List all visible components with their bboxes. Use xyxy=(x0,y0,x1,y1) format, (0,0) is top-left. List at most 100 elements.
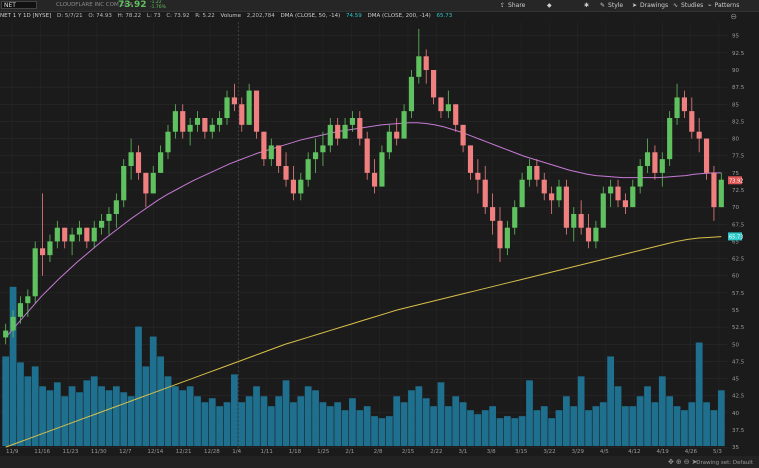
volume-bar xyxy=(681,410,688,446)
price-tag-label: 65.73 xyxy=(729,234,743,240)
x-tick-label: 12/14 xyxy=(147,449,163,455)
x-tick-label: 11/30 xyxy=(91,449,107,455)
last-price: 73.92 xyxy=(118,0,147,10)
candle-body xyxy=(681,97,688,112)
candle-body xyxy=(217,118,223,125)
candle-body xyxy=(659,159,665,173)
candle-body xyxy=(209,124,215,132)
bar-close: C: 73.92 xyxy=(166,13,190,19)
x-tick-label: 3/1 xyxy=(458,449,467,455)
volume-bar xyxy=(548,418,556,446)
candle-body xyxy=(135,152,142,173)
x-tick-label: 12/7 xyxy=(119,449,132,455)
candle-body xyxy=(357,118,363,139)
x-tick-label: 4/26 xyxy=(685,449,698,455)
share-button[interactable]: ⇪ Share xyxy=(500,2,525,9)
volume-bar xyxy=(24,376,32,446)
studies-icon: ∿ xyxy=(673,2,679,9)
price-tag-label: 73.92 xyxy=(729,178,743,184)
y-tick-label: 90 xyxy=(732,68,739,74)
candle-body xyxy=(25,296,31,304)
x-tick-label: 1/11 xyxy=(261,449,273,455)
volume-bar xyxy=(363,406,371,446)
candle-body xyxy=(47,241,53,256)
candle-body xyxy=(172,111,178,132)
volume-bar xyxy=(437,382,445,446)
y-tick-label: 60 xyxy=(732,274,739,280)
candle-body xyxy=(253,90,260,132)
settings-button[interactable]: ✱ xyxy=(584,2,592,9)
volume-bar xyxy=(651,402,659,446)
volume-bar xyxy=(496,418,504,446)
volume-bar xyxy=(326,406,334,446)
volume-bar xyxy=(481,410,489,446)
candle-body xyxy=(585,227,592,242)
volume-bar xyxy=(400,402,408,446)
volume-bar xyxy=(186,386,194,446)
volume-bar xyxy=(599,402,607,446)
share-icon: ⇪ xyxy=(500,2,506,9)
candle-body xyxy=(224,97,230,118)
candle-body xyxy=(408,76,415,112)
volume-bar xyxy=(31,366,39,446)
volume-bar xyxy=(68,386,76,446)
candle-body xyxy=(10,316,16,331)
x-tick-label: 3/29 xyxy=(572,449,585,455)
bottom-bar xyxy=(0,456,759,468)
candle-body xyxy=(298,179,304,194)
zoom-in-icon[interactable]: ⊕ xyxy=(676,458,684,466)
volume-bar xyxy=(622,406,629,446)
y-tick-label: 77.5 xyxy=(732,154,745,160)
candle-body xyxy=(165,131,171,153)
volume-bar xyxy=(135,326,142,446)
y-tick-label: 40 xyxy=(732,411,739,417)
dma50-label[interactable]: DMA (CLOSE, 50, -14) xyxy=(280,13,340,19)
x-tick-label: 1/4 xyxy=(232,449,241,455)
volume-bar xyxy=(695,342,703,446)
candle-body xyxy=(703,138,710,173)
dma200-value: 65.73 xyxy=(436,13,453,19)
price-chart[interactable]: 9592.59087.58582.58077.57572.57067.56562… xyxy=(0,22,759,456)
y-tick-label: 62.5 xyxy=(732,257,745,263)
candle-body xyxy=(689,111,695,132)
x-tick-label: 2/1 xyxy=(345,449,354,455)
volume-bar xyxy=(710,410,718,446)
y-tick-label: 50 xyxy=(732,342,739,348)
candle-body xyxy=(674,97,680,118)
alert-button[interactable]: ◆ xyxy=(547,2,555,9)
style-button[interactable]: ✎ Style xyxy=(600,2,623,9)
candle-body xyxy=(320,145,326,153)
candle-body xyxy=(667,118,673,160)
candle-body xyxy=(364,138,370,173)
candle-body xyxy=(335,124,341,139)
pan-icon[interactable]: ✥ xyxy=(668,458,676,466)
chart-title: NET 1 Y 1D [NYSE] xyxy=(0,13,52,19)
x-tick-label: 12/21 xyxy=(176,449,192,455)
volume-bar xyxy=(349,398,356,446)
candle-body xyxy=(239,104,245,125)
candle-body xyxy=(534,166,540,180)
volume-bar xyxy=(673,406,681,446)
volume-bar xyxy=(474,414,482,446)
drawings-button[interactable]: ➤ Drawings xyxy=(632,2,668,9)
patterns-button[interactable]: ⌁ Patterns xyxy=(708,2,739,9)
volume-bar xyxy=(127,396,135,446)
change-percent: -1.76% xyxy=(150,5,166,10)
y-tick-label: 87.5 xyxy=(732,85,745,91)
volume-bar xyxy=(356,410,364,446)
volume-label[interactable]: Volume xyxy=(221,13,241,19)
volume-bar xyxy=(703,402,710,446)
volume-bar xyxy=(61,396,69,446)
zoom-out-icon[interactable]: ⊖ xyxy=(684,458,692,466)
candle-body xyxy=(84,227,90,242)
dma200-label[interactable]: DMA (CLOSE, 200, -14) xyxy=(368,13,431,19)
candle-body xyxy=(482,179,488,208)
studies-button[interactable]: ∿ Studies xyxy=(673,2,703,9)
close-icon[interactable]: ⊖ xyxy=(730,12,737,21)
volume-bar xyxy=(666,396,674,446)
zoom-controls[interactable]: ✥⊕⊖➤ xyxy=(668,458,700,466)
symbol-input[interactable]: NET xyxy=(1,1,37,9)
y-tick-label: 47.5 xyxy=(732,359,745,365)
candle-body xyxy=(696,131,702,139)
candle-body xyxy=(578,214,584,228)
